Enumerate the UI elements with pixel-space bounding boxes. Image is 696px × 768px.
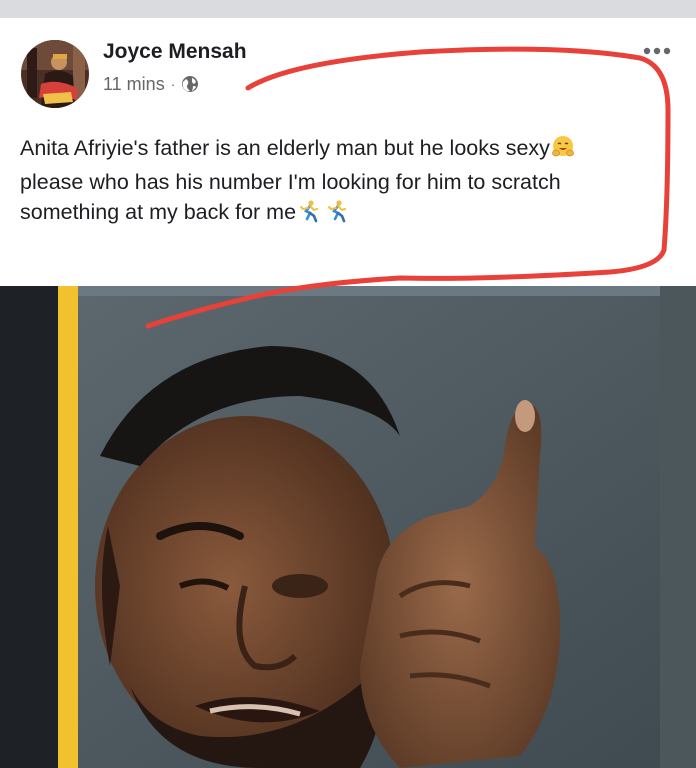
- meta-separator: ·: [170, 76, 176, 92]
- post-timestamp[interactable]: 11 mins: [103, 74, 165, 95]
- globe-icon[interactable]: [181, 75, 199, 93]
- hugging-face-icon: [551, 135, 575, 167]
- avatar-image: [21, 40, 89, 108]
- post-photo[interactable]: [0, 286, 696, 768]
- post-body-text: Anita Afriyie's father is an elderly man…: [20, 133, 660, 231]
- post-text-line-1: Anita Afriyie's father is an elderly man…: [20, 133, 660, 167]
- post-meta: 11 mins ·: [103, 73, 199, 95]
- author-name[interactable]: Joyce Mensah: [103, 40, 247, 64]
- top-divider-strip: [0, 0, 696, 18]
- running-man-icon: [325, 199, 349, 231]
- post-card: Joyce Mensah 11 mins · Anita Afriyie's f…: [0, 18, 696, 286]
- post-photo-image: [0, 286, 696, 768]
- more-horizontal-icon: [643, 47, 671, 55]
- post-text-line-2: please who has his number I'm looking fo…: [20, 170, 561, 194]
- post-text-line-3: something at my back for me: [20, 197, 660, 231]
- author-avatar[interactable]: [21, 40, 89, 108]
- more-options-button[interactable]: [640, 40, 674, 62]
- running-man-icon: [297, 199, 321, 231]
